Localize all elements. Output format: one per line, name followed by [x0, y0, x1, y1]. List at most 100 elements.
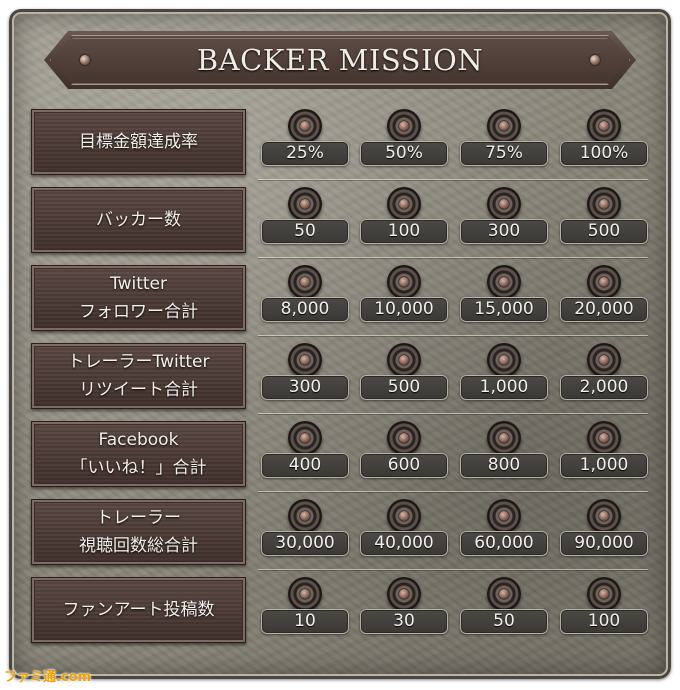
mission-tier: 20,000 — [560, 265, 648, 331]
medal-icon — [288, 421, 322, 455]
mission-tier: 100% — [560, 109, 648, 175]
medal-icon — [288, 109, 322, 143]
mission-label-line: リツイート合計 — [79, 380, 198, 400]
mission-label-line: 目標金額達成率 — [79, 132, 198, 152]
mission-label-line: ファンアート投稿数 — [62, 600, 215, 620]
watermark: ファミ通.com — [4, 670, 92, 685]
mission-tier: 2,000 — [560, 343, 648, 409]
medal-icon — [487, 265, 521, 299]
mission-label: Twitter フォロワー合計 — [31, 265, 246, 331]
mission-tier: 500 — [560, 187, 648, 253]
medal-icon — [587, 421, 621, 455]
tier-value: 30,000 — [261, 531, 349, 556]
mission-label: バッカー数 — [31, 187, 246, 253]
tier-value: 50 — [460, 609, 548, 634]
tier-value: 1,000 — [460, 375, 548, 400]
tier-value: 40,000 — [360, 531, 448, 556]
tier-value: 2,000 — [560, 375, 648, 400]
tier-value: 90,000 — [560, 531, 648, 556]
mission-tier: 300 — [460, 187, 548, 253]
tier-value: 50 — [261, 219, 349, 244]
mission-label: Facebook 「いいね！」合計 — [31, 421, 246, 487]
mission-tier: 1,000 — [460, 343, 548, 409]
medal-icon — [487, 499, 521, 533]
mission-tier: 300 — [261, 343, 349, 409]
tier-value: 25% — [261, 141, 349, 166]
row-divider — [258, 335, 648, 336]
medal-icon — [487, 343, 521, 377]
tier-value: 300 — [460, 219, 548, 244]
tier-value: 50% — [360, 141, 448, 166]
mission-label: トレーラーTwitter リツイート合計 — [31, 343, 246, 409]
tier-value: 75% — [460, 141, 548, 166]
mission-tier: 50 — [460, 577, 548, 643]
mission-tier: 60,000 — [460, 499, 548, 565]
medal-icon — [587, 499, 621, 533]
mission-tier: 400 — [261, 421, 349, 487]
tier-value: 8,000 — [261, 297, 349, 322]
mission-tier: 10 — [261, 577, 349, 643]
medal-icon — [387, 421, 421, 455]
row-divider — [258, 257, 648, 258]
medal-icon — [387, 577, 421, 611]
mission-tier: 75% — [460, 109, 548, 175]
mission-tier: 50 — [261, 187, 349, 253]
mission-label: トレーラー視聴回数総合計 — [31, 499, 246, 565]
mission-tier: 15,000 — [460, 265, 548, 331]
medal-icon — [587, 265, 621, 299]
row-divider — [258, 569, 648, 570]
mission-label-line: トレーラーTwitter — [67, 352, 210, 372]
mission-tier: 600 — [360, 421, 448, 487]
tier-value: 300 — [261, 375, 349, 400]
medal-icon — [387, 265, 421, 299]
mission-label-line: 「いいね！」合計 — [70, 458, 207, 478]
tier-value: 400 — [261, 453, 349, 478]
tier-value: 60,000 — [460, 531, 548, 556]
mission-tier: 10,000 — [360, 265, 448, 331]
medal-icon — [587, 343, 621, 377]
mission-tier: 500 — [360, 343, 448, 409]
medal-icon — [387, 109, 421, 143]
tier-value: 100 — [360, 219, 448, 244]
mission-tier: 800 — [460, 421, 548, 487]
medal-icon — [487, 421, 521, 455]
mission-tier: 1,000 — [560, 421, 648, 487]
medal-icon — [288, 577, 322, 611]
mission-label-line: Twitter — [110, 274, 167, 294]
medal-icon — [288, 343, 322, 377]
mission-label-line: トレーラー — [96, 508, 181, 528]
medal-icon — [288, 265, 322, 299]
medal-icon — [387, 499, 421, 533]
medal-icon — [487, 577, 521, 611]
row-divider — [258, 179, 648, 180]
medal-icon — [487, 187, 521, 221]
mission-label-line: フォロワー合計 — [79, 302, 198, 322]
tier-value: 10,000 — [360, 297, 448, 322]
mission-label: 目標金額達成率 — [31, 109, 246, 175]
mission-tier: 100 — [560, 577, 648, 643]
medal-icon — [587, 577, 621, 611]
medal-icon — [288, 499, 322, 533]
mission-tier: 25% — [261, 109, 349, 175]
tier-value: 500 — [560, 219, 648, 244]
tier-value: 15,000 — [460, 297, 548, 322]
tier-value: 500 — [360, 375, 448, 400]
tier-value: 800 — [460, 453, 548, 478]
row-divider — [258, 413, 648, 414]
mission-tier: 30,000 — [261, 499, 349, 565]
mission-tier: 40,000 — [360, 499, 448, 565]
tier-value: 100 — [560, 609, 648, 634]
mission-tier: 30 — [360, 577, 448, 643]
medal-icon — [587, 109, 621, 143]
medal-icon — [288, 187, 322, 221]
mission-label-line: 視聴回数総合計 — [79, 536, 198, 556]
tier-value: 20,000 — [560, 297, 648, 322]
mission-tier: 100 — [360, 187, 448, 253]
tier-value: 1,000 — [560, 453, 648, 478]
mission-label-line: Facebook — [98, 430, 179, 450]
medal-icon — [387, 187, 421, 221]
tier-value: 600 — [360, 453, 448, 478]
medal-icon — [487, 109, 521, 143]
medal-icon — [587, 187, 621, 221]
mission-tier: 8,000 — [261, 265, 349, 331]
